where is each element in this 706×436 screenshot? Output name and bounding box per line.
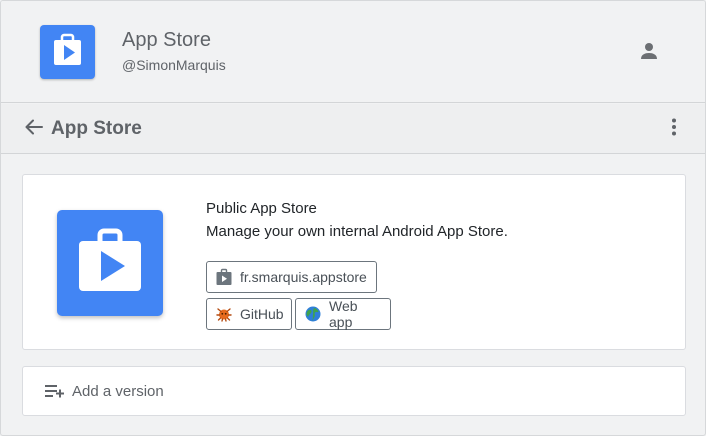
app-description: Manage your own internal Android App Sto… xyxy=(206,223,508,240)
web-app-link-label: Web app xyxy=(329,298,358,330)
app-header-subtitle: @SimonMarquis xyxy=(122,57,226,73)
package-name-label: fr.smarquis.appstore xyxy=(240,269,367,285)
web-app-link-button[interactable]: Web app xyxy=(295,298,391,330)
add-version-label: Add a version xyxy=(72,383,164,400)
arrow-back-icon xyxy=(25,119,43,140)
person-icon xyxy=(640,42,658,65)
more-options-button[interactable] xyxy=(663,117,685,141)
page-toolbar: App Store xyxy=(1,104,705,154)
app-header: App Store @SimonMarquis xyxy=(1,1,705,103)
play-store-bag-icon xyxy=(40,25,95,79)
play-store-bag-icon xyxy=(215,268,233,286)
github-link-button[interactable]: GitHub xyxy=(206,298,292,330)
add-version-button[interactable]: Add a version xyxy=(22,366,686,416)
app-name: Public App Store xyxy=(206,200,317,217)
package-name-chip[interactable]: fr.smarquis.appstore xyxy=(206,261,377,293)
github-link-label: GitHub xyxy=(240,306,284,322)
account-button[interactable] xyxy=(637,41,661,65)
play-store-bag-icon xyxy=(57,210,163,316)
app-details-card: Public App Store Manage your own interna… xyxy=(22,174,686,350)
github-octocat-icon xyxy=(215,305,233,323)
more-vertical-icon xyxy=(671,118,677,141)
playlist-add-icon xyxy=(45,383,67,399)
app-window: App Store @SimonMarquis App Store Public… xyxy=(0,0,706,436)
back-button[interactable] xyxy=(23,118,45,140)
globe-icon xyxy=(304,305,322,323)
app-header-title: App Store xyxy=(122,29,211,51)
page-title: App Store xyxy=(51,118,142,139)
